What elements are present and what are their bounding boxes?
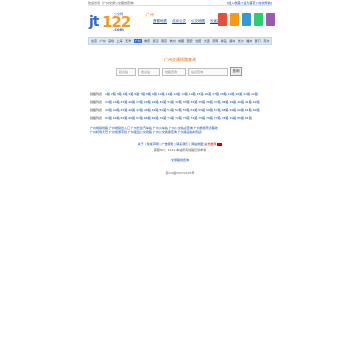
city-tab[interactable]: 苏州 bbox=[263, 39, 269, 43]
search-row: 起点站 终点站 线路查询 站点查询 查询 bbox=[116, 67, 242, 76]
city-tab[interactable]: 北京 bbox=[91, 39, 97, 43]
footer-contact: 客服QQ：1234 本站所有线路仅供参考 bbox=[153, 148, 207, 152]
city-tab[interactable]: 福州 bbox=[246, 39, 252, 43]
top-bar: 欢迎访问（广州交通公交路线查询） [加入收藏] [设为首页] [在线导航] bbox=[88, 1, 272, 6]
welcome-text: 欢迎访问（广州交通公交路线查询） bbox=[88, 1, 137, 5]
city-tab[interactable]: 武汉 bbox=[153, 39, 159, 43]
line-row: 线路列表 1路 2路 3路 4路 5路 6路 7路 8路 9路 10路 11路 1… bbox=[90, 90, 270, 98]
city-tab[interactable]: 重庆 bbox=[144, 39, 150, 43]
city-tab[interactable]: 广州 bbox=[100, 39, 106, 43]
line-row-label: 线路列表 bbox=[90, 100, 103, 104]
search-button[interactable]: 查询 bbox=[230, 67, 242, 76]
line-row-label: 线路列表 bbox=[90, 92, 103, 96]
related-links: 广州地铁线路 广州地铁出入口 广州长途汽车站 广州火车站 广州公交站点查询 广州… bbox=[90, 126, 274, 134]
top-nav-link[interactable]: 北京公交 bbox=[172, 19, 186, 24]
footer-icp[interactable]: 京ICP备05072035号 bbox=[0, 171, 360, 175]
hot-link[interactable]: 站长推荐 bbox=[204, 142, 216, 146]
line-row: 线路列表 63路 64路 65路 66路 67路 68路 69路 70路 71路 … bbox=[90, 114, 270, 122]
line-field[interactable]: 线路查询 bbox=[162, 67, 186, 76]
top-links[interactable]: [加入收藏] [设为首页] [在线导航] bbox=[227, 1, 272, 5]
city-tab[interactable]: 青岛 bbox=[221, 39, 227, 43]
promo-icons bbox=[218, 13, 275, 26]
line-row-links[interactable]: 1路 2路 3路 4路 5路 6路 7路 8路 9路 10路 11路 12路 1… bbox=[105, 92, 258, 96]
promo-icon[interactable] bbox=[218, 13, 227, 26]
logo-mark: jt bbox=[89, 14, 99, 30]
top-nav: 首都地铁 北京公交 公交地图 长途客车 bbox=[153, 19, 224, 24]
top-nav-link[interactable]: 公交地图 bbox=[191, 19, 205, 24]
city-tab[interactable]: 西安 bbox=[187, 39, 193, 43]
city-tab[interactable]: 成都 bbox=[178, 39, 184, 43]
city-tab[interactable]: 上海 bbox=[117, 39, 123, 43]
line-row-label: 线路列表 bbox=[90, 108, 103, 112]
line-row-links[interactable]: 23路 24路 25路 26路 27路 28路 29路 30路 31路 32路 … bbox=[105, 100, 259, 104]
city-tab[interactable]: 天津 bbox=[125, 39, 131, 43]
promo-icon[interactable] bbox=[230, 13, 239, 26]
to-field[interactable]: 终点站 bbox=[138, 67, 160, 76]
city-tab[interactable]: 厦门 bbox=[255, 39, 261, 43]
city-tab[interactable]: 郑州 bbox=[229, 39, 235, 43]
line-list: 线路列表 1路 2路 3路 4路 5路 6路 7路 8路 9路 10路 11路 1… bbox=[90, 90, 270, 122]
from-field[interactable]: 起点站 bbox=[116, 67, 136, 76]
line-row: 线路列表 23路 24路 25路 26路 27路 28路 29路 30路 31路 … bbox=[90, 98, 270, 106]
city-tab[interactable]: 长沙 bbox=[238, 39, 244, 43]
line-row-links[interactable]: 43路 44路 45路 46路 47路 48路 49路 50路 51路 52路 … bbox=[105, 108, 259, 112]
station-field[interactable]: 站点查询 bbox=[188, 67, 228, 76]
logo-site: 公交网 bbox=[114, 12, 124, 16]
hot-badge-icon bbox=[217, 142, 223, 146]
footer-query[interactable]: 交通路线查询 bbox=[0, 158, 360, 162]
city-nav: 北京 广州 深圳 上海 天津 广州 重庆 武汉 南京 杭州 成都 西安 沈阳 大连 济南 青岛 郑州 长沙 福州 厦门… bbox=[88, 37, 272, 45]
current-city[interactable]: 广州 bbox=[146, 12, 154, 18]
promo-icon[interactable] bbox=[254, 13, 263, 26]
city-tab[interactable]: 深圳 bbox=[108, 39, 114, 43]
city-tab[interactable]: 济南 bbox=[212, 39, 218, 43]
city-tab[interactable]: 大连 bbox=[204, 39, 210, 43]
search-title: 广州交通线路查询 bbox=[164, 57, 196, 62]
city-tab[interactable]: 沈阳 bbox=[195, 39, 201, 43]
logo-tld: .com bbox=[113, 27, 124, 32]
line-row: 线路列表 43路 44路 45路 46路 47路 48路 49路 50路 51路 … bbox=[90, 106, 270, 114]
top-nav-link[interactable]: 首都地铁 bbox=[153, 19, 167, 24]
footer-links: 关于 | 免责声明 | 广告服务 | 联系我们 | 网站地图 站长推荐 bbox=[0, 142, 360, 146]
promo-icon[interactable] bbox=[242, 13, 251, 26]
line-row-links[interactable]: 63路 64路 65路 66路 67路 68路 69路 70路 71路 72路 … bbox=[105, 116, 252, 120]
footer-nav[interactable]: 关于 | 免责声明 | 广告服务 | 联系我们 | 网站地图 bbox=[138, 142, 204, 146]
city-tab[interactable]: 南京 bbox=[161, 39, 167, 43]
city-tab[interactable]: 广州 bbox=[133, 39, 142, 43]
city-tab[interactable]: 杭州 bbox=[170, 39, 176, 43]
promo-icon[interactable] bbox=[266, 13, 275, 26]
line-row-label: 线路列表 bbox=[90, 116, 103, 120]
site-logo[interactable]: jt 122 公交网 .com bbox=[89, 12, 141, 34]
related-link-row[interactable]: 广州机场大巴 广州旅游专线 广州夜班公交线路 广州公交换乘查询 广州客运站时刻表 bbox=[90, 130, 274, 134]
